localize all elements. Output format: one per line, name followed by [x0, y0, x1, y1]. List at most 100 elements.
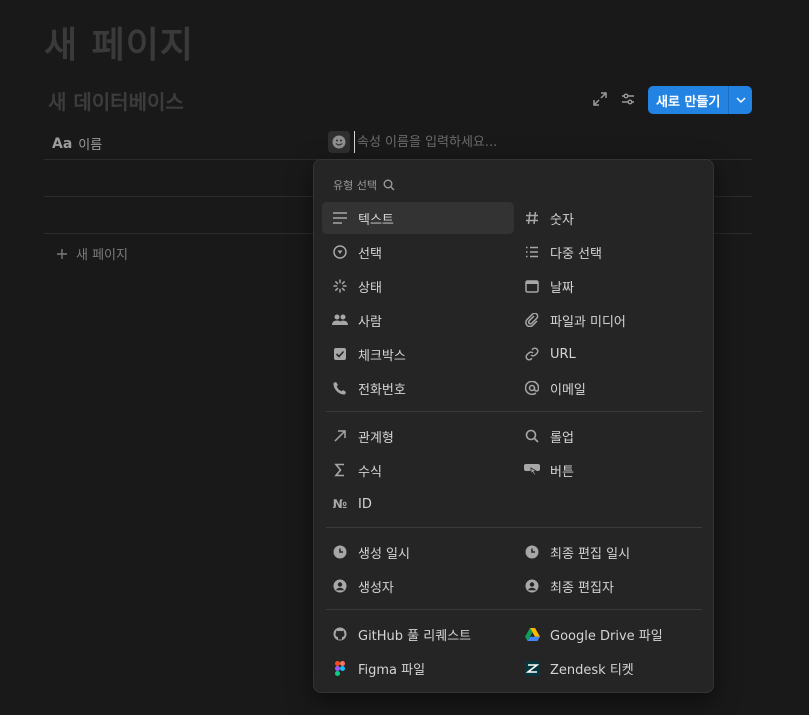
database-title[interactable]: 새 데이터베이스	[48, 86, 184, 115]
expand-icon	[593, 92, 607, 106]
add-page-button[interactable]: 새 페이지	[56, 244, 128, 263]
menu-item-created-by[interactable]: 생성자	[322, 570, 514, 602]
menu-item-label: 최종 편집자	[550, 580, 614, 596]
menu-item-label: 다중 선택	[550, 246, 602, 262]
menu-item-label: 날짜	[550, 280, 574, 296]
property-type-menu: 유형 선택 텍스트 숫자 선택 다중 선택 상태 날짜 사람 파일과 미디어 체…	[313, 159, 714, 693]
menu-item-label: 파일과 미디어	[550, 314, 626, 330]
menu-divider	[326, 609, 702, 610]
search-icon	[524, 428, 540, 444]
menu-divider	[326, 411, 702, 412]
people-icon	[332, 312, 348, 328]
menu-item-url[interactable]: URL	[514, 338, 706, 370]
menu-item-label: 이메일	[550, 382, 586, 398]
menu-item-label: 체크박스	[358, 348, 406, 364]
menu-item-label: 버튼	[550, 464, 574, 480]
menu-item-label: 선택	[358, 246, 382, 262]
emoji-picker-button[interactable]	[328, 131, 350, 153]
menu-item-files-media[interactable]: 파일과 미디어	[514, 304, 706, 336]
github-icon	[332, 626, 348, 642]
menu-item-github-pr[interactable]: GitHub 풀 리퀘스트	[322, 618, 514, 650]
menu-item-label: 생성자	[358, 580, 394, 596]
menu-item-label: GitHub 풀 리퀘스트	[358, 628, 472, 644]
menu-item-checkbox[interactable]: 체크박스	[322, 338, 514, 370]
menu-item-label: Figma 파일	[358, 662, 426, 678]
multi-select-icon	[524, 244, 540, 260]
menu-item-relation[interactable]: 관계형	[322, 420, 514, 452]
search-icon[interactable]	[383, 179, 395, 191]
name-column-label: 이름	[78, 138, 103, 153]
menu-item-id[interactable]: № ID	[322, 488, 514, 520]
menu-item-label: 전화번호	[358, 382, 406, 398]
menu-item-label: 관계형	[358, 430, 394, 446]
zendesk-icon	[524, 660, 540, 676]
menu-item-text[interactable]: 텍스트	[322, 202, 514, 234]
property-name-input[interactable]	[354, 131, 654, 153]
menu-item-label: 생성 일시	[358, 546, 410, 562]
google-drive-icon	[524, 626, 540, 642]
numero-icon: №	[332, 497, 348, 511]
menu-item-email[interactable]: 이메일	[514, 372, 706, 404]
chevron-down-icon	[735, 97, 746, 104]
user-circle-icon	[332, 578, 348, 594]
menu-item-formula[interactable]: 수식	[322, 454, 514, 486]
menu-item-number[interactable]: 숫자	[514, 202, 706, 234]
phone-icon	[332, 380, 348, 396]
menu-header: 유형 선택	[333, 177, 395, 193]
settings-button[interactable]	[619, 90, 637, 108]
menu-item-created-time[interactable]: 생성 일시	[322, 536, 514, 568]
menu-divider	[326, 527, 702, 528]
menu-item-zendesk[interactable]: Zendesk 티켓	[514, 652, 706, 684]
at-icon	[524, 380, 540, 396]
calendar-icon	[524, 278, 540, 294]
menu-item-button[interactable]: 버튼	[514, 454, 706, 486]
menu-item-last-edited-time[interactable]: 최종 편집 일시	[514, 536, 706, 568]
menu-item-status[interactable]: 상태	[322, 270, 514, 302]
sliders-icon	[622, 93, 634, 105]
clock-icon	[524, 544, 540, 560]
figma-icon	[332, 660, 348, 676]
menu-item-label: 텍스트	[358, 212, 394, 228]
relation-arrow-icon	[332, 428, 348, 444]
name-column-header[interactable]: Aa 이름	[52, 134, 103, 154]
column-header-row: Aa 이름	[44, 128, 752, 160]
new-dropdown-button[interactable]	[729, 95, 752, 105]
menu-item-multi-select[interactable]: 다중 선택	[514, 236, 706, 268]
menu-item-person[interactable]: 사람	[322, 304, 514, 336]
sigma-icon	[332, 462, 348, 478]
menu-header-label: 유형 선택	[333, 179, 377, 192]
text-icon	[332, 210, 348, 226]
checkbox-icon	[332, 346, 348, 362]
expand-button[interactable]	[591, 90, 609, 108]
add-page-label: 새 페이지	[76, 248, 128, 263]
menu-item-label: URL	[550, 346, 576, 362]
attachment-icon	[524, 312, 540, 328]
button-cursor-icon	[524, 462, 540, 478]
menu-item-label: Google Drive 파일	[550, 628, 663, 644]
menu-item-label: Zendesk 티켓	[550, 662, 634, 678]
menu-item-label: 롤업	[550, 430, 574, 446]
smiley-icon	[332, 135, 346, 149]
link-icon	[524, 346, 540, 362]
menu-item-label: 상태	[358, 280, 382, 296]
menu-item-select[interactable]: 선택	[322, 236, 514, 268]
number-icon	[524, 210, 540, 226]
menu-item-label: 사람	[358, 314, 382, 330]
status-icon	[332, 278, 348, 294]
new-button[interactable]: 새로 만들기	[648, 91, 728, 110]
page-title: 새 페이지	[44, 25, 195, 66]
menu-item-label: 숫자	[550, 212, 574, 228]
text-type-icon: Aa	[52, 135, 73, 152]
menu-item-date[interactable]: 날짜	[514, 270, 706, 302]
menu-item-phone[interactable]: 전화번호	[322, 372, 514, 404]
select-icon	[332, 244, 348, 260]
clock-icon	[332, 544, 348, 560]
menu-item-google-drive[interactable]: Google Drive 파일	[514, 618, 706, 650]
menu-item-rollup[interactable]: 롤업	[514, 420, 706, 452]
menu-item-label: 최종 편집 일시	[550, 546, 631, 562]
new-button-group: 새로 만들기	[648, 86, 752, 114]
menu-item-label: ID	[358, 496, 372, 512]
menu-item-figma[interactable]: Figma 파일	[322, 652, 514, 684]
menu-item-last-edited-by[interactable]: 최종 편집자	[514, 570, 706, 602]
menu-item-label: 수식	[358, 464, 382, 480]
